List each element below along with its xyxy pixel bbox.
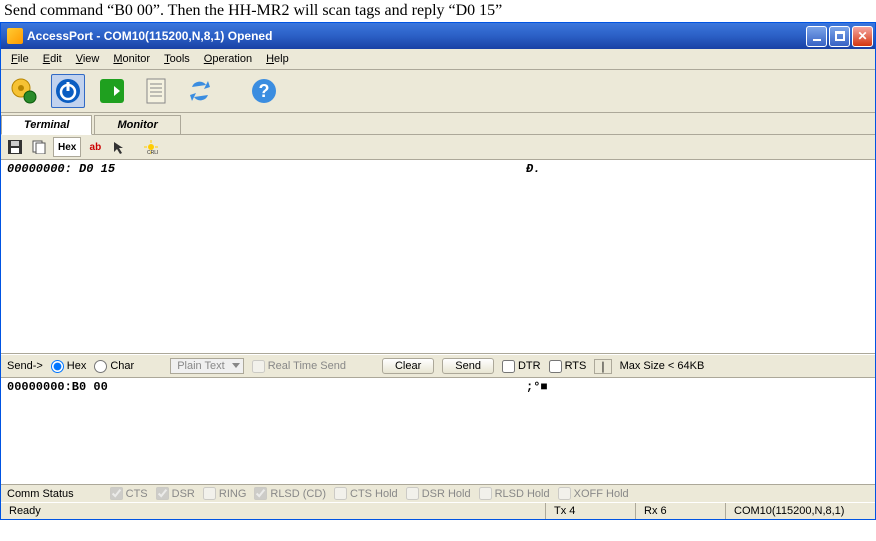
document-icon	[143, 77, 169, 105]
refresh-icon	[186, 77, 214, 105]
dsrhold-indicator: DSR Hold	[406, 487, 471, 500]
arrow-right-icon	[98, 77, 126, 105]
menu-tools[interactable]: Tools	[158, 51, 196, 67]
rlsdhold-indicator: RLSD Hold	[479, 487, 550, 500]
close-button[interactable]: ✕	[852, 26, 873, 47]
send-toolbar: Send-> Hex Char Plain Text Real Time Sen…	[1, 354, 875, 378]
realtime-checkbox[interactable]: Real Time Send	[252, 360, 346, 373]
toolbar: ?	[1, 70, 875, 113]
tab-terminal[interactable]: Terminal	[1, 115, 92, 135]
menubar: File Edit View Monitor Tools Operation H…	[1, 49, 875, 70]
comm-status-bar: Comm Status CTS DSR RING RLSD (CD) CTS H…	[1, 484, 875, 502]
gear-icon	[9, 76, 39, 106]
statusbar: Ready Tx 4 Rx 6 COM10(115200,N,8,1)	[1, 502, 875, 519]
maximize-button[interactable]	[829, 26, 850, 47]
clear-button[interactable]: Clear	[382, 358, 434, 374]
radio-char[interactable]: Char	[94, 360, 134, 373]
go-button[interactable]	[95, 74, 129, 108]
svg-text:?: ?	[259, 81, 270, 101]
menu-edit[interactable]: Edit	[37, 51, 68, 67]
pause-indicator: ❘	[594, 359, 611, 374]
tx-hex-line: 00000000:B0 00	[7, 380, 108, 394]
hex-toggle[interactable]: Hex	[53, 137, 81, 157]
window-title: AccessPort - COM10(115200,N,8,1) Opened	[27, 29, 806, 43]
save-button[interactable]	[5, 137, 25, 157]
tx-ascii: ;°■	[526, 380, 548, 394]
cursor-icon	[112, 140, 126, 154]
sun-icon: CRLF	[144, 140, 158, 154]
radio-hex[interactable]: Hex	[51, 360, 87, 373]
maxsize-label: Max Size < 64KB	[620, 360, 705, 372]
refresh-button[interactable]	[183, 74, 217, 108]
sun-tool[interactable]: CRLF	[141, 137, 161, 157]
ctshold-indicator: CTS Hold	[334, 487, 398, 500]
send-button[interactable]: Send	[442, 358, 494, 374]
dtr-checkbox[interactable]: DTR	[502, 360, 541, 373]
tab-monitor[interactable]: Monitor	[94, 115, 180, 134]
copy-button[interactable]	[29, 137, 49, 157]
power-icon	[54, 77, 82, 105]
send-area[interactable]: 00000000:B0 00 ;°■	[1, 378, 875, 484]
menu-monitor[interactable]: Monitor	[107, 51, 156, 67]
status-rx: Rx 6	[635, 503, 725, 519]
menu-file[interactable]: File	[5, 51, 35, 67]
settings-button[interactable]	[7, 74, 41, 108]
ab-toggle[interactable]: ab	[85, 137, 105, 157]
rlsd-indicator: RLSD (CD)	[254, 487, 326, 500]
send-label: Send->	[7, 360, 43, 372]
svg-text:CRLF: CRLF	[147, 150, 158, 154]
status-tx: Tx 4	[545, 503, 635, 519]
rx-hex-line: 00000000: D0 15	[7, 162, 115, 176]
copy-icon	[32, 140, 46, 154]
menu-help[interactable]: Help	[260, 51, 295, 67]
xoffhold-indicator: XOFF Hold	[558, 487, 629, 500]
format-dropdown[interactable]: Plain Text	[170, 358, 244, 374]
comm-status-label: Comm Status	[7, 488, 74, 500]
app-icon	[7, 28, 23, 44]
document-button[interactable]	[139, 74, 173, 108]
cts-indicator: CTS	[110, 487, 148, 500]
rx-toolbar: Hex ab CRLF	[1, 135, 875, 160]
instruction-caption: Send command “B0 00”. Then the HH-MR2 wi…	[0, 0, 876, 22]
ring-indicator: RING	[203, 487, 247, 500]
menu-view[interactable]: View	[70, 51, 106, 67]
receive-area[interactable]: 00000000: D0 15 Ð.	[1, 160, 875, 354]
status-ready: Ready	[1, 503, 545, 519]
help-icon: ?	[250, 77, 278, 105]
power-button[interactable]	[51, 74, 85, 108]
arrow-tool[interactable]	[109, 137, 129, 157]
rx-ascii: Ð.	[526, 162, 540, 176]
menu-operation[interactable]: Operation	[198, 51, 258, 67]
dsr-indicator: DSR	[156, 487, 195, 500]
rts-checkbox[interactable]: RTS	[549, 360, 587, 373]
status-port: COM10(115200,N,8,1)	[725, 503, 875, 519]
save-icon	[8, 140, 22, 154]
titlebar: AccessPort - COM10(115200,N,8,1) Opened …	[1, 23, 875, 49]
app-window: AccessPort - COM10(115200,N,8,1) Opened …	[0, 22, 876, 520]
help-button[interactable]: ?	[247, 74, 281, 108]
minimize-button[interactable]	[806, 26, 827, 47]
tabbar: Terminal Monitor	[1, 113, 875, 135]
